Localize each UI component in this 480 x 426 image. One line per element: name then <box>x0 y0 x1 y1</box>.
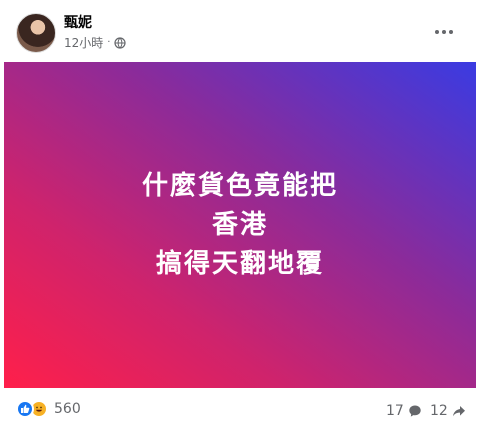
meta-separator: · <box>107 37 111 48</box>
like-icon <box>16 400 34 418</box>
post-header: 甄妮 12小時 · <box>0 0 480 64</box>
shares-count-link[interactable]: 12 <box>430 403 466 419</box>
comment-icon <box>409 405 421 417</box>
comments-count: 17 <box>386 403 404 419</box>
author-name[interactable]: 甄妮 <box>64 12 92 32</box>
avatar[interactable] <box>16 13 56 53</box>
post-text-line: 搞得天翻地覆 <box>155 248 324 279</box>
post-image[interactable]: 什麼貨色竟能把 香港 搞得天翻地覆 <box>4 62 476 388</box>
post-image-text: 什麼貨色竟能把 香港 搞得天翻地覆 <box>142 167 338 284</box>
more-options-icon[interactable] <box>430 22 458 42</box>
shares-count: 12 <box>430 403 448 419</box>
comments-count-link[interactable]: 17 <box>386 403 422 419</box>
reactions-count: 560 <box>54 401 81 417</box>
globe-icon[interactable] <box>114 36 127 49</box>
reactions-summary[interactable]: 560 <box>16 400 81 418</box>
post-time[interactable]: 12小時 <box>64 34 103 51</box>
post-card: 甄妮 12小時 · 什麼貨色竟能把 香港 搞得天翻地覆 560 17 12 <box>0 0 480 426</box>
post-text-line: 什麼貨色竟能把 <box>141 170 338 201</box>
share-icon <box>452 406 465 417</box>
engagement-bar: 560 17 12 <box>0 394 480 426</box>
post-text-line: 香港 <box>211 209 268 240</box>
post-meta: 12小時 · <box>64 34 127 51</box>
